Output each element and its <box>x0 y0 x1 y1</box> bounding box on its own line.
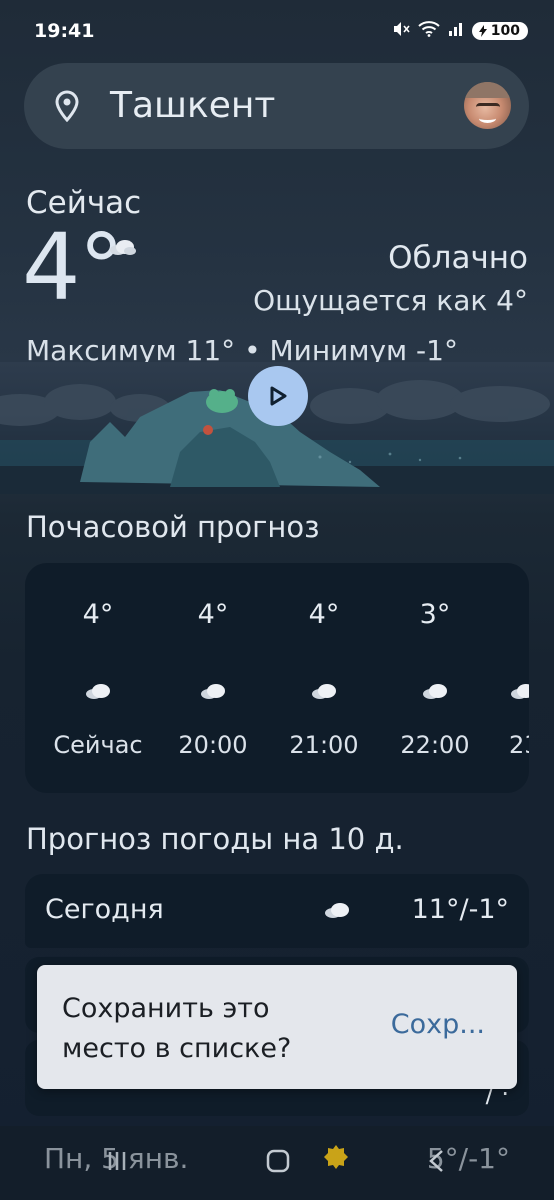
save-button[interactable]: Сохр... <box>391 1009 485 1040</box>
hourly-item: 4° Сейчас <box>43 563 153 793</box>
forecast-day-row[interactable]: Сегодня 11°/-1° <box>25 874 529 948</box>
hourly-title: Почасовой прогноз <box>26 510 320 544</box>
current-temperature: 4° <box>22 214 125 321</box>
avatar[interactable] <box>464 82 511 129</box>
hourly-item: 4° 20:00 <box>158 563 268 793</box>
hour-time: 21:00 <box>289 731 359 759</box>
cloud-icon <box>323 900 351 924</box>
forecast-10-title: Прогноз погоды на 10 д. <box>26 822 404 856</box>
status-time: 19:41 <box>34 20 95 42</box>
day-name: Сегодня <box>45 894 164 925</box>
hour-temperature: 3° <box>419 599 451 630</box>
battery-level: 100 <box>490 23 520 39</box>
cloud-icon <box>421 681 449 705</box>
back-button[interactable] <box>424 1148 450 1178</box>
wifi-icon <box>418 21 440 41</box>
hour-temperature: 4° <box>82 599 114 630</box>
hourly-item: 23 <box>487 563 529 793</box>
cloud-icon <box>310 681 338 705</box>
location-pin-icon <box>54 90 80 126</box>
cloud-icon <box>199 681 227 705</box>
feels-like: Ощущается как 4° <box>253 284 528 317</box>
status-bar: 19:41 100 <box>0 0 554 64</box>
hourly-item: 4° 21:00 <box>269 563 379 793</box>
status-icons: 100 <box>392 21 528 41</box>
hour-time: 22:00 <box>400 731 470 759</box>
hour-time: 20:00 <box>178 731 248 759</box>
play-icon <box>270 386 287 406</box>
save-location-snackbar: Сохранить это место в списке? Сохр... <box>37 965 517 1089</box>
signal-icon <box>448 21 464 41</box>
hourly-forecast-card[interactable]: 4° Сейчас 4° 20:00 4° 21:00 3° 22:00 23 <box>25 563 529 793</box>
mute-icon <box>392 21 410 41</box>
hour-temperature: 4° <box>308 599 340 630</box>
sun-icon <box>323 1144 349 1174</box>
location-search-bar[interactable]: Ташкент <box>24 63 529 149</box>
hourly-item: 3° 22:00 <box>380 563 490 793</box>
cloud-icon <box>509 681 529 705</box>
day-temperatures: 11°/-1° <box>411 894 509 925</box>
recent-apps-button[interactable] <box>104 1148 130 1178</box>
play-animation-button[interactable] <box>248 366 308 426</box>
cloud-icon <box>108 238 136 260</box>
snackbar-message: Сохранить это место в списке? <box>62 993 292 1064</box>
hour-time: Сейчас <box>53 731 143 759</box>
cloud-icon <box>84 681 112 705</box>
hour-temperature: 4° <box>197 599 229 630</box>
hour-time: 23 <box>509 731 529 759</box>
home-button[interactable] <box>265 1148 291 1178</box>
current-condition: Облачно <box>388 240 528 276</box>
location-name: Ташкент <box>110 85 276 126</box>
battery-icon: 100 <box>471 22 528 40</box>
